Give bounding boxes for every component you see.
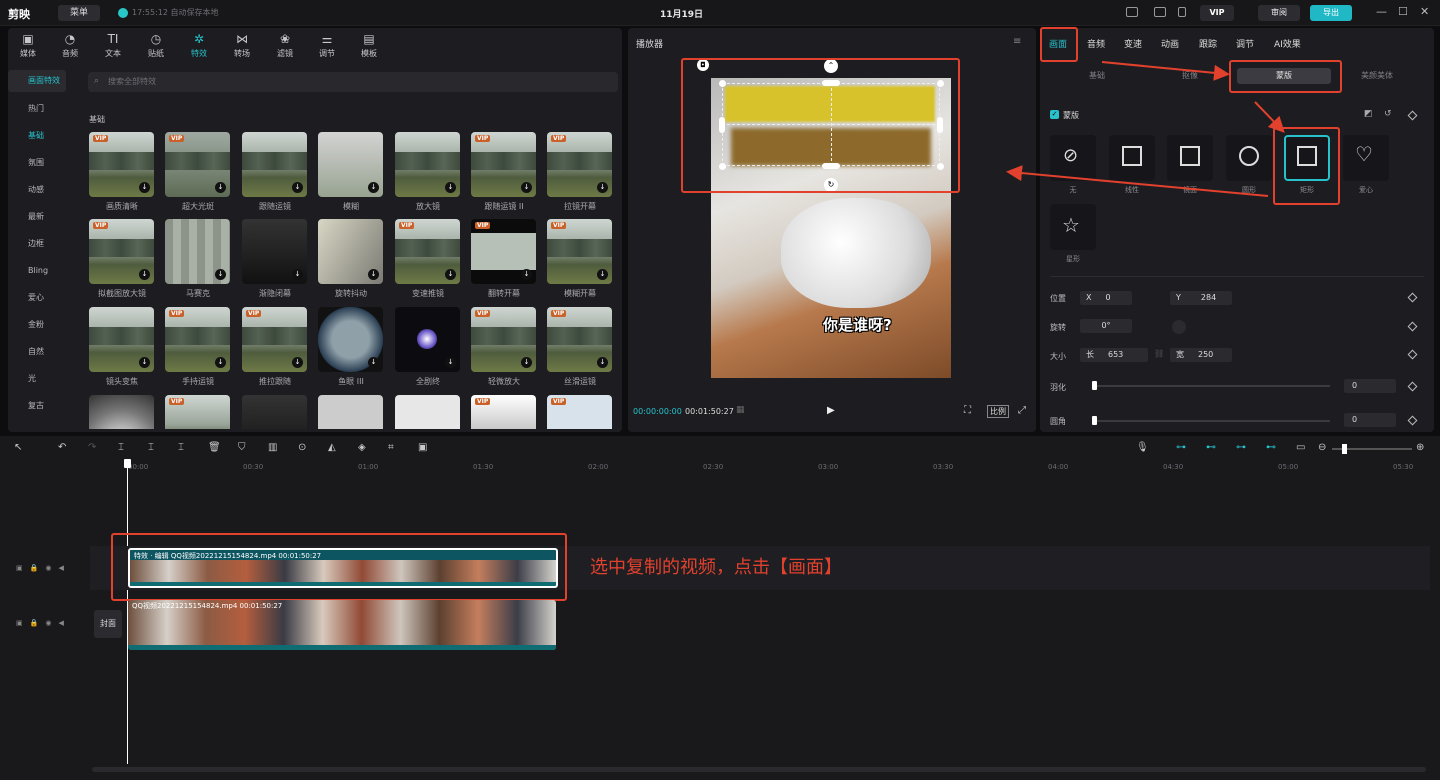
annotation-arrows — [1006, 61, 1285, 197]
